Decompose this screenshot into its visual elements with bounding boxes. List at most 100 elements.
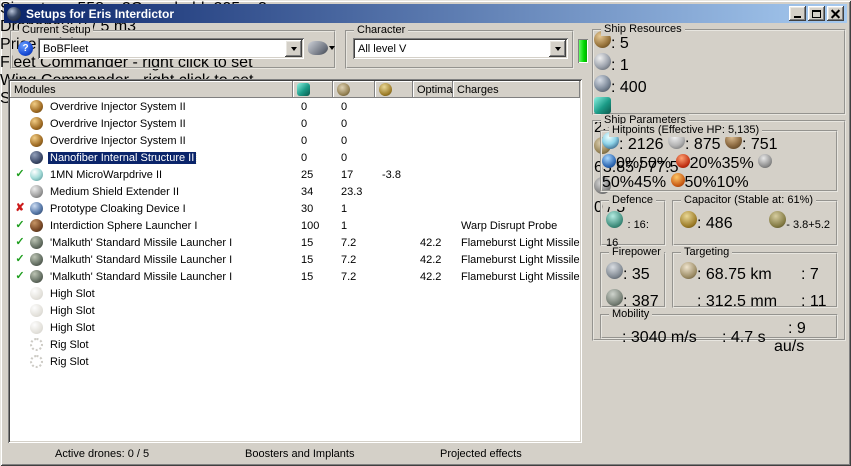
- rig-slot-icon: [30, 355, 43, 368]
- setup-combobox[interactable]: BoBFleet: [38, 38, 304, 59]
- thermal-resist-icon: [675, 154, 690, 168]
- max-targets-icon: [784, 262, 801, 279]
- empty-rig-slot-row[interactable]: Rig Slot: [10, 353, 580, 370]
- module-name: Overdrive Injector System II: [50, 100, 186, 113]
- structure-hp: : 751: [724, 132, 778, 153]
- column-header-modules: Modules: [10, 81, 293, 98]
- module-charges: Flameburst Light Missile: [461, 270, 580, 283]
- module-type-icon: [30, 202, 43, 215]
- maximize-icon: [812, 9, 821, 18]
- module-row[interactable]: Medium Shield Extender II 34 23.3: [10, 183, 580, 200]
- max-targets: : 7: [784, 262, 819, 284]
- module-name: Nanofiber Internal Structure II: [48, 151, 198, 164]
- minimize-icon: [794, 16, 801, 18]
- ship-resources-label: Ship Resources: [601, 23, 685, 36]
- close-icon: [831, 9, 840, 18]
- hitpoints-group: Hitpoints (Effective HP: 5,135) : 2126 :…: [600, 124, 838, 192]
- mobility-group: Mobility : 3040 m/s : 4.7 s : 9 au/s: [600, 308, 838, 355]
- character-label: Character: [354, 24, 409, 37]
- column-header-charges: Charges: [453, 81, 580, 98]
- titlebar[interactable]: Setups for Eris Interdictor: [4, 4, 847, 23]
- module-type-icon: [30, 100, 43, 113]
- chevron-down-icon: [554, 46, 561, 51]
- empty-high-slot-row[interactable]: High Slot: [10, 285, 580, 302]
- module-charges: Flameburst Light Missile: [461, 253, 580, 266]
- module-row-selected[interactable]: Nanofiber Internal Structure II 0 0: [10, 149, 580, 166]
- empty-rig-slot-row[interactable]: Rig Slot: [10, 336, 580, 353]
- module-name: 'Malkuth' Standard Missile Launcher I: [50, 253, 233, 266]
- module-row[interactable]: 'Malkuth' Standard Missile Launcher I 15 7…: [10, 251, 580, 268]
- character-combobox-dropdown[interactable]: [549, 40, 566, 57]
- module-cpu: 0: [301, 134, 308, 147]
- module-row[interactable]: Overdrive Injector System II 0 0: [10, 115, 580, 132]
- module-pg: 1: [341, 219, 348, 232]
- module-row[interactable]: Overdrive Injector System II 0 0: [10, 98, 580, 115]
- character-combobox[interactable]: All level V: [353, 38, 568, 59]
- minimize-button[interactable]: [789, 6, 806, 21]
- cap-booster-icon: [769, 211, 787, 228]
- thermal-resists: 20%35%: [675, 154, 754, 172]
- character-group: Character All level V: [345, 24, 574, 69]
- active-drones-toggle[interactable]: Active drones: 0 / 5: [55, 448, 149, 460]
- module-name: 'Malkuth' Standard Missile Launcher I: [50, 236, 233, 249]
- module-row[interactable]: 1MN MicroWarpdrive II 25 17 -3.8: [10, 166, 580, 183]
- capacitor-icon: [680, 211, 697, 228]
- targeting-label: Targeting: [681, 246, 733, 259]
- defence-shield-icon: [606, 211, 623, 228]
- chevron-down-icon: [329, 46, 335, 50]
- module-row[interactable]: Overdrive Injector System II 0 0: [10, 132, 580, 149]
- empty-high-slot-row[interactable]: High Slot: [10, 319, 580, 336]
- module-row[interactable]: Interdiction Sphere Launcher I 100 1 Warp D…: [10, 217, 580, 234]
- module-cpu: 34: [301, 185, 314, 198]
- tools-dropdown-button[interactable]: [326, 40, 338, 56]
- capacitor-delta: - 3.8+5.2: [769, 211, 830, 233]
- module-pg: 7.2: [341, 253, 357, 266]
- firepower-group: Firepower : 35 : 387: [600, 246, 666, 310]
- em-resist-icon: [602, 154, 616, 168]
- launcher-hardpoint-icon: [594, 53, 611, 70]
- module-cpu: 15: [301, 236, 314, 249]
- module-list-header: Modules Optimal Charges: [10, 81, 580, 98]
- module-pg: 17: [341, 168, 354, 181]
- module-cpu: 100: [301, 219, 320, 232]
- slot-label: High Slot: [50, 287, 95, 300]
- firepower-label: Firepower: [609, 246, 664, 259]
- high-slot-icon: [30, 287, 43, 300]
- module-type-icon: [30, 270, 43, 283]
- module-cpu: 15: [301, 270, 314, 283]
- module-row[interactable]: Prototype Cloaking Device I 30 1: [10, 200, 580, 217]
- module-charges: Warp Disrupt Probe: [461, 219, 558, 232]
- setup-combobox-value: BoBFleet: [43, 42, 89, 55]
- calibration: : 400: [594, 75, 844, 97]
- module-charges: Flameburst Light Missile: [461, 236, 580, 249]
- sensor-strength: : 11: [784, 289, 827, 311]
- hitpoints-label: Hitpoints (Effective HP: 5,135): [609, 124, 763, 137]
- module-pg: 1: [341, 202, 348, 215]
- module-pg: 0: [341, 100, 348, 113]
- maximize-button[interactable]: [808, 6, 825, 21]
- projected-effects-toggle[interactable]: Projected effects: [440, 448, 522, 460]
- module-cpu: 25: [301, 168, 314, 181]
- module-active-check-icon: [10, 217, 30, 234]
- module-optimal: 42.2: [420, 253, 442, 266]
- max-speed: : 3040 m/s: [608, 328, 704, 347]
- capacitor-amount: : 486: [680, 211, 769, 233]
- targeting-group: Targeting : 68.75 km : 7 : 312.5 mm : 11: [672, 246, 838, 311]
- empty-high-slot-row[interactable]: High Slot: [10, 302, 580, 319]
- module-type-icon: [30, 151, 43, 164]
- module-cpu: 30: [301, 202, 314, 215]
- boosters-implants-toggle[interactable]: Boosters and Implants: [245, 448, 354, 460]
- defence-group: Defence : 16: 16: [600, 194, 666, 249]
- module-row[interactable]: 'Malkuth' Standard Missile Launcher I 15 7…: [10, 234, 580, 251]
- module-row[interactable]: 'Malkuth' Standard Missile Launcher I 15 7…: [10, 268, 580, 285]
- module-pg: 7.2: [341, 236, 357, 249]
- tools-ship-icon[interactable]: [308, 41, 328, 55]
- ship-resources-group: Ship Resources : 5 : 1 : 400 234 / 242.5…: [592, 23, 846, 216]
- setup-combobox-dropdown[interactable]: [285, 40, 302, 57]
- module-optimal: 42.2: [420, 236, 442, 249]
- capacitor-group: Capacitor (Stable at: 61%) : 486 - 3.8+5…: [672, 194, 838, 246]
- module-active-check-icon: [10, 234, 30, 251]
- high-slot-icon: [30, 321, 43, 334]
- close-button[interactable]: [827, 6, 844, 21]
- help-icon[interactable]: [18, 41, 33, 56]
